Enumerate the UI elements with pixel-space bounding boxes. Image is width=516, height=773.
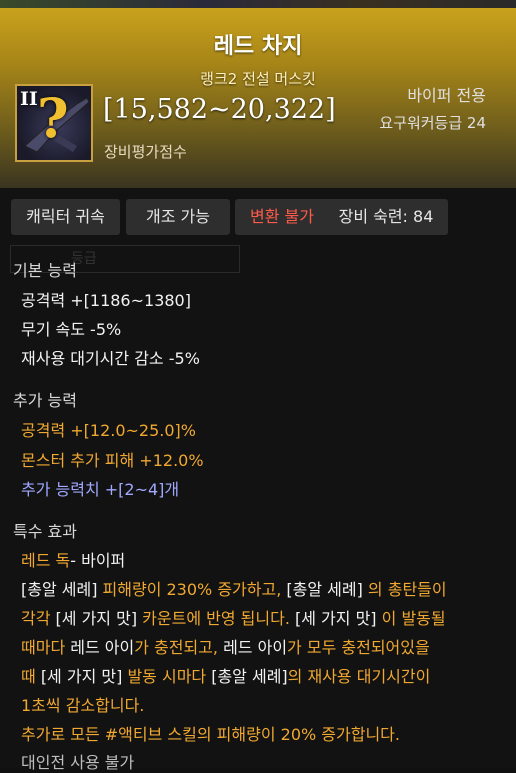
tooltip-header: 레드 차지 랭크2 전설 머스킷 ? II [15,582~20,322] 장비… xyxy=(0,8,516,188)
gear-score: [15,582~20,322] xyxy=(103,94,336,125)
rank-badge: II xyxy=(20,88,38,110)
tag-modifiable: 개조 가능 xyxy=(126,199,230,235)
item-icon: ? II xyxy=(15,84,93,162)
item-name: 레드 차지 xyxy=(0,28,516,60)
tag-bound: 캐릭터 귀속 xyxy=(11,199,120,235)
required-level: 요구워커등급 24 xyxy=(379,112,486,133)
special-effect-text: [총알 세례] 피해량이 230% 증가하고, [총알 세례] 의 총탄들이 xyxy=(21,576,447,600)
base-stat-line: 무기 속도 -5% xyxy=(21,316,121,340)
special-effect-title: 특수 효과 xyxy=(13,518,77,542)
base-stat-line: 재사용 대기시간 감소 -5% xyxy=(21,345,200,369)
special-effect-text: 때마다 레드 아이가 충전되고, 레드 아이가 모두 충전되어있을 xyxy=(21,634,430,658)
tag-no-convert: 변환 불가 xyxy=(235,199,329,235)
special-effect-bonus: 추가로 모든 #액티브 스킬의 피해량이 20% 증가합니다. xyxy=(21,721,400,745)
unknown-icon: ? xyxy=(37,86,69,150)
base-stat-line: 공격력 +[1186~1380] xyxy=(21,287,191,311)
extra-stats-title: 추가 능력 xyxy=(13,387,77,411)
special-effect-text: 1초씩 감소합니다. xyxy=(21,692,144,716)
gear-score-label: 장비평가점수 xyxy=(104,141,187,162)
tag-mastery: 장비 숙련: 84 xyxy=(324,199,448,235)
class-restriction: 바이퍼 전용 xyxy=(407,82,486,106)
extra-stat-line: 공격력 +[12.0~25.0]% xyxy=(21,417,196,441)
pvp-restriction: 대인전 사용 불가 xyxy=(21,749,134,773)
extra-stat-line: 추가 능력치 +[2~4]개 xyxy=(21,476,179,500)
special-effect-text: 각각 [세 가지 맛] 카운트에 반영 됩니다. [세 가지 맛] 이 발동될 xyxy=(21,605,446,629)
base-stats-title: 기본 능력 xyxy=(13,257,77,281)
special-effect-text: 때 [세 가지 맛] 발동 시마다 [총알 세례]의 재사용 대기시간이 xyxy=(21,663,430,687)
extra-stat-line: 몬스터 추가 피해 +12.0% xyxy=(21,447,204,471)
special-effect-name: 레드 독- 바이퍼 xyxy=(21,547,125,571)
